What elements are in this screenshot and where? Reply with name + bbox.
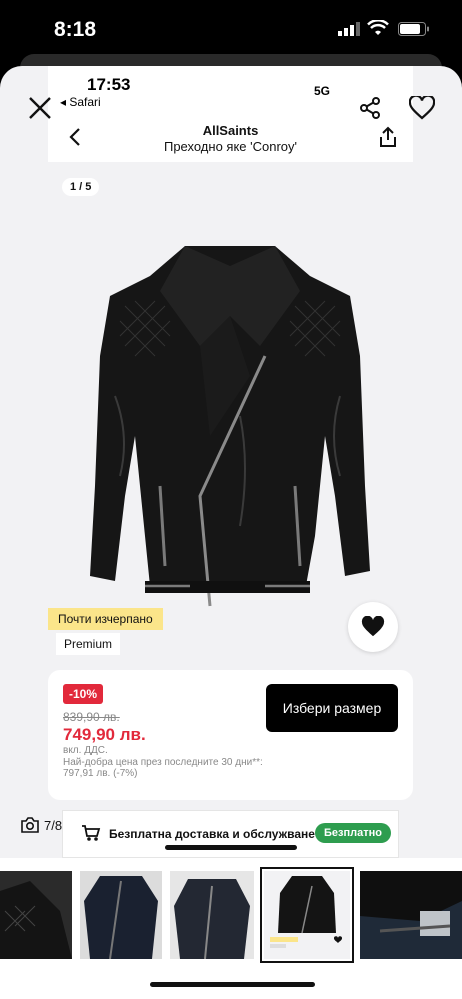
product-sheet: 17:53 ◂ Safari 5G AllSaints Преходно яке… [0, 66, 462, 858]
share-button[interactable] [348, 86, 392, 130]
thumbnail-strip [0, 858, 462, 999]
best-price-label: Най-добра цена през последните 30 дни**: [63, 757, 263, 768]
low-stock-badge: Почти изчерпано [48, 608, 163, 630]
image-counter: 1 / 5 [62, 178, 100, 196]
share-icon [360, 97, 380, 119]
shipping-text: Безплатна доставка и обслужване [109, 827, 315, 841]
thumbnail-4-selected[interactable] [260, 867, 354, 963]
current-price: 749,90 лв. [63, 725, 146, 744]
heart-icon [409, 96, 435, 120]
inner-home-indicator [165, 845, 297, 850]
inner-network-label: 5G [314, 84, 331, 98]
photo-gallery-button[interactable]: 7/8 [20, 812, 76, 838]
back-to-safari-link[interactable]: ◂ Safari [60, 95, 101, 109]
old-price: 839,90 лв. [63, 710, 120, 724]
product-name: Преходно яке 'Conroy' [163, 139, 297, 154]
vat-note: вкл. ДДС. [63, 745, 108, 756]
jacket-illustration [90, 246, 370, 607]
product-image[interactable] [90, 236, 370, 611]
home-indicator [150, 982, 315, 987]
wishlist-button[interactable] [400, 86, 444, 130]
thumbnail-1[interactable] [0, 871, 72, 959]
select-size-button[interactable]: Избери размер [266, 684, 398, 732]
camera-icon [21, 817, 39, 833]
premium-badge: Premium [56, 633, 121, 655]
photo-count: 7/8 [44, 817, 63, 833]
thumbnail-3[interactable] [170, 871, 254, 959]
price-card: -10% 839,90 лв. 749,90 лв. вкл. ДДС. Най… [48, 670, 413, 800]
thumbnail-2[interactable] [80, 871, 162, 959]
best-price-value: 797,91 лв. (-7%) [63, 768, 138, 779]
heart-filled-icon [361, 616, 385, 637]
close-button[interactable] [18, 86, 62, 130]
signal-icon [338, 22, 360, 36]
truck-icon [82, 825, 101, 841]
status-bar: 8:18 [0, 0, 462, 62]
upload-icon[interactable] [378, 126, 398, 148]
thumbnail-5[interactable] [360, 871, 462, 959]
wifi-icon [367, 20, 389, 35]
close-icon [29, 97, 51, 119]
inner-status-time: 17:53 [87, 75, 131, 94]
free-shipping-badge: Безплатно [315, 823, 391, 843]
wishlist-floating-button[interactable] [348, 602, 398, 652]
shipping-row[interactable]: Безплатна доставка и обслужване Безплатн… [62, 810, 399, 858]
battery-icon [398, 22, 429, 36]
status-time: 8:18 [54, 18, 97, 41]
discount-badge: -10% [63, 684, 104, 704]
